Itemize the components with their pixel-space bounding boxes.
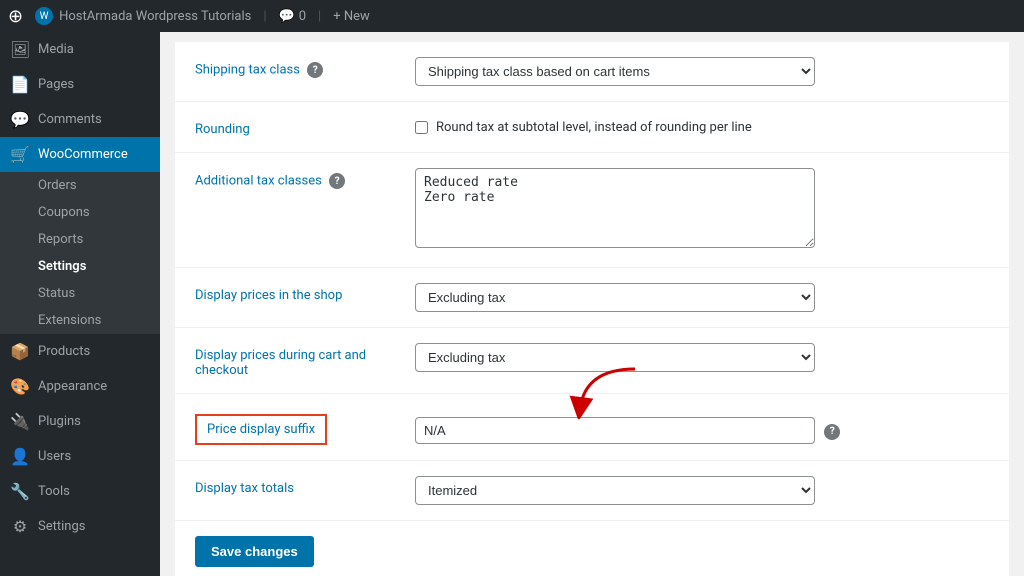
- submenu-reports[interactable]: Reports: [0, 226, 160, 253]
- row-display-tax-totals: Display tax totals Itemized As a single …: [175, 461, 1009, 521]
- sidebar-item-label: Media: [38, 42, 74, 57]
- save-changes-button[interactable]: Save changes: [195, 536, 314, 567]
- row-content-display-prices-cart: Excluding tax Including tax: [415, 343, 989, 372]
- additional-tax-classes-label: Additional tax classes: [195, 173, 322, 188]
- users-icon: 👤: [10, 447, 30, 466]
- row-label-additional-tax-classes: Additional tax classes ?: [195, 168, 415, 189]
- price-display-suffix-input[interactable]: [415, 417, 815, 444]
- sidebar: 🖼 Media 📄 Pages 💬 Comments 🛒 WooCommerce…: [0, 32, 160, 576]
- sidebar-item-woocommerce[interactable]: 🛒 WooCommerce: [0, 137, 160, 172]
- tools-icon: 🔧: [10, 482, 30, 501]
- help-icon-additional-tax[interactable]: ?: [329, 173, 345, 189]
- topbar: ⊕ W HostArmada Wordpress Tutorials | 💬 0…: [0, 0, 1024, 32]
- site-name: HostArmada Wordpress Tutorials: [59, 9, 251, 24]
- rounding-checkbox-row: Round tax at subtotal level, instead of …: [415, 117, 989, 135]
- submenu-status[interactable]: Status: [0, 280, 160, 307]
- sidebar-item-appearance[interactable]: 🎨 Appearance: [0, 369, 160, 404]
- sidebar-item-label: Appearance: [38, 379, 107, 394]
- save-row: Save changes: [175, 521, 1009, 576]
- sidebar-item-label: Users: [38, 449, 71, 464]
- sidebar-item-comments[interactable]: 💬 Comments: [0, 102, 160, 137]
- display-prices-shop-label: Display prices in the shop: [195, 288, 342, 303]
- row-display-prices-shop: Display prices in the shop Excluding tax…: [175, 268, 1009, 328]
- additional-tax-classes-textarea[interactable]: Reduced rate Zero rate: [415, 168, 815, 248]
- rounding-checkbox[interactable]: [415, 121, 428, 134]
- row-rounding: Rounding Round tax at subtotal level, in…: [175, 102, 1009, 153]
- help-icon-price-suffix[interactable]: ?: [824, 424, 840, 440]
- row-content-price-display-suffix: ?: [415, 409, 989, 444]
- comments-icon: 💬: [279, 9, 295, 24]
- row-additional-tax-classes: Additional tax classes ? Reduced rate Ze…: [175, 153, 1009, 268]
- submenu-settings[interactable]: Settings: [0, 253, 160, 280]
- submenu-orders[interactable]: Orders: [0, 172, 160, 199]
- help-icon-shipping[interactable]: ?: [307, 62, 323, 78]
- row-label-rounding: Rounding: [195, 117, 415, 137]
- row-content-display-tax-totals: Itemized As a single total: [415, 476, 989, 505]
- settings-icon: ⚙: [10, 517, 30, 536]
- rounding-label: Rounding: [195, 122, 250, 137]
- sidebar-item-label: Plugins: [38, 414, 81, 429]
- row-content-shipping-tax-class: Shipping tax class based on cart items: [415, 57, 989, 86]
- comments-nav-icon: 💬: [10, 110, 30, 129]
- display-prices-shop-select[interactable]: Excluding tax Including tax: [415, 283, 815, 312]
- site-icon: W: [35, 7, 53, 25]
- woo-icon: 🛒: [10, 145, 30, 164]
- row-content-display-prices-shop: Excluding tax Including tax: [415, 283, 989, 312]
- row-label-shipping-tax-class: Shipping tax class ?: [195, 57, 415, 78]
- sidebar-item-label: Products: [38, 344, 90, 359]
- sidebar-item-label: Settings: [38, 519, 85, 534]
- submenu-extensions[interactable]: Extensions: [0, 307, 160, 334]
- row-content-additional-tax-classes: Reduced rate Zero rate: [415, 168, 989, 252]
- sidebar-item-label: Pages: [38, 77, 74, 92]
- row-label-display-prices-cart: Display prices during cart and checkout: [195, 343, 415, 378]
- appearance-icon: 🎨: [10, 377, 30, 396]
- plugins-icon: 🔌: [10, 412, 30, 431]
- submenu-coupons[interactable]: Coupons: [0, 199, 160, 226]
- sidebar-item-media[interactable]: 🖼 Media: [0, 32, 160, 67]
- comments-link[interactable]: 💬 0: [279, 9, 307, 24]
- row-label-price-display-suffix: Price display suffix: [195, 409, 415, 445]
- sidebar-item-products[interactable]: 📦 Products: [0, 334, 160, 369]
- display-tax-totals-label: Display tax totals: [195, 481, 294, 496]
- new-label: + New: [333, 9, 370, 24]
- wp-logo: ⊕: [8, 6, 23, 27]
- sidebar-item-settings[interactable]: ⚙ Settings: [0, 509, 160, 544]
- pages-icon: 📄: [10, 75, 30, 94]
- row-shipping-tax-class: Shipping tax class ? Shipping tax class …: [175, 42, 1009, 102]
- sidebar-item-label: Comments: [38, 112, 102, 127]
- sidebar-item-label: WooCommerce: [38, 147, 128, 162]
- sidebar-item-users[interactable]: 👤 Users: [0, 439, 160, 474]
- sidebar-item-plugins[interactable]: 🔌 Plugins: [0, 404, 160, 439]
- rounding-checkbox-label: Round tax at subtotal level, instead of …: [436, 120, 752, 135]
- row-content-rounding: Round tax at subtotal level, instead of …: [415, 117, 989, 135]
- red-arrow-annotation: [565, 364, 645, 419]
- sidebar-item-tools[interactable]: 🔧 Tools: [0, 474, 160, 509]
- media-icon: 🖼: [10, 40, 30, 59]
- row-label-display-prices-shop: Display prices in the shop: [195, 283, 415, 303]
- sidebar-item-pages[interactable]: 📄 Pages: [0, 67, 160, 102]
- products-icon: 📦: [10, 342, 30, 361]
- shipping-tax-class-label: Shipping tax class: [195, 62, 300, 77]
- row-label-display-tax-totals: Display tax totals: [195, 476, 415, 496]
- main-content: Shipping tax class ? Shipping tax class …: [160, 32, 1024, 576]
- price-display-suffix-label: Price display suffix: [195, 414, 327, 445]
- new-button[interactable]: + New: [333, 9, 370, 24]
- woo-submenu: Orders Coupons Reports Settings Status E…: [0, 172, 160, 334]
- comments-count: 0: [299, 9, 306, 24]
- shipping-tax-class-select[interactable]: Shipping tax class based on cart items: [415, 57, 815, 86]
- display-prices-cart-label: Display prices during cart and checkout: [195, 348, 366, 378]
- display-tax-totals-select[interactable]: Itemized As a single total: [415, 476, 815, 505]
- sidebar-item-label: Tools: [38, 484, 70, 499]
- row-price-display-suffix: Price display suffix ?: [175, 394, 1009, 461]
- site-info: W HostArmada Wordpress Tutorials: [35, 7, 251, 25]
